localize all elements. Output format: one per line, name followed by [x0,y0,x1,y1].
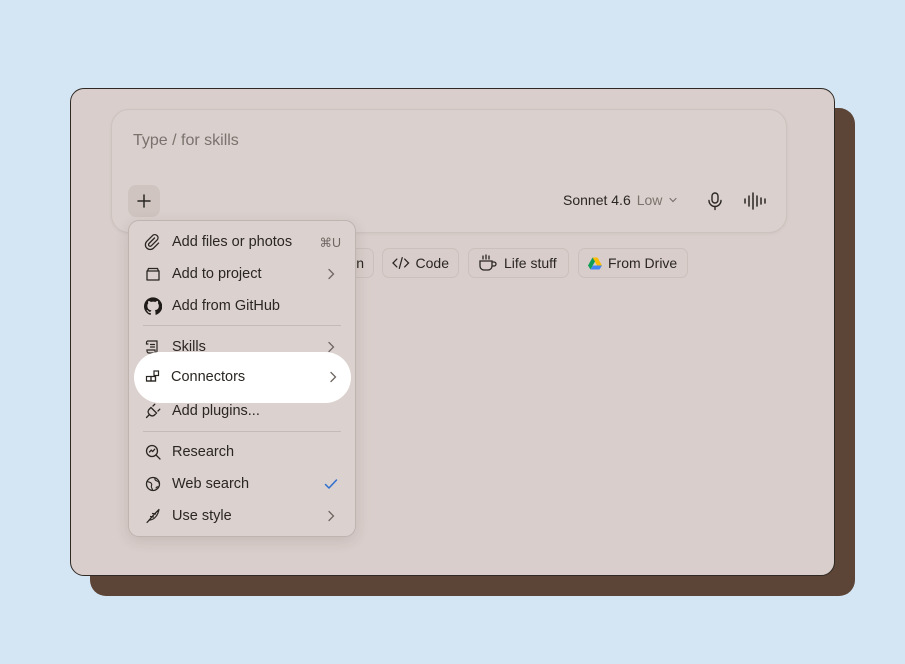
project-box-icon [146,267,160,281]
research-icon [145,444,161,460]
plus-icon [137,194,151,208]
suggestion-chip-from-drive[interactable]: From Drive [578,248,688,278]
quill-icon [146,508,160,524]
plug-icon [145,403,161,419]
globe-icon [145,476,161,492]
model-name: Sonnet 4.6 [563,192,631,208]
menu-divider [143,325,341,326]
code-icon [392,257,410,269]
menu-item-label: Connectors [171,369,246,385]
menu-item-label: Research [172,444,235,460]
chip-label: Life stuff [504,255,557,271]
menu-item-add-files[interactable]: Add files or photos ⌘U [135,227,349,257]
composer-box[interactable] [111,109,787,233]
menu-item-label: Add files or photos [172,234,293,250]
menu-divider [143,431,341,432]
github-icon [144,297,162,315]
menu-item-label: Web search [172,476,250,492]
connectors-row: Connectors [134,362,351,392]
chip-label: n [356,255,364,271]
checkmark-icon [324,479,338,489]
menu-item-add-to-project[interactable]: Add to project [135,259,349,289]
shortcut-hint: ⌘U [319,235,341,250]
chevron-down-icon [669,197,678,203]
microphone-icon [708,192,722,211]
sound-wave-icon [744,192,766,210]
voice-mode-button[interactable] [742,190,768,212]
menu-item-connectors[interactable]: Connectors [134,352,351,403]
menu-item-web-search[interactable]: Web search [135,469,349,499]
menu-item-label: Use style [172,508,232,524]
suggestion-chip-life-stuff[interactable]: Life stuff [468,248,569,278]
paperclip-icon [144,233,160,251]
connectors-icon [145,370,160,382]
menu-item-add-from-github[interactable]: Add from GitHub [135,291,349,321]
model-selector[interactable]: Sonnet 4.6 Low [563,192,678,208]
effort-level: Low [636,192,663,208]
prompt-input-placeholder[interactable]: Type / for skills [133,132,239,150]
chevron-right-icon [328,268,335,280]
microphone-button[interactable] [704,190,726,212]
chevron-right-icon [328,510,335,522]
chip-label: From Drive [608,255,678,271]
chevron-right-icon [330,371,337,383]
menu-item-use-style[interactable]: Use style [135,501,349,531]
add-attachment-button[interactable] [128,185,160,217]
menu-item-label: Add from GitHub [172,298,280,314]
coffee-cup-icon [479,254,497,271]
chip-label: Code [415,255,449,271]
menu-item-label: Add to project [172,266,262,282]
menu-item-research[interactable]: Research [135,437,349,467]
suggestion-chip-code[interactable]: Code [382,248,459,278]
google-drive-icon [588,257,602,269]
menu-item-label: Add plugins... [172,403,260,419]
